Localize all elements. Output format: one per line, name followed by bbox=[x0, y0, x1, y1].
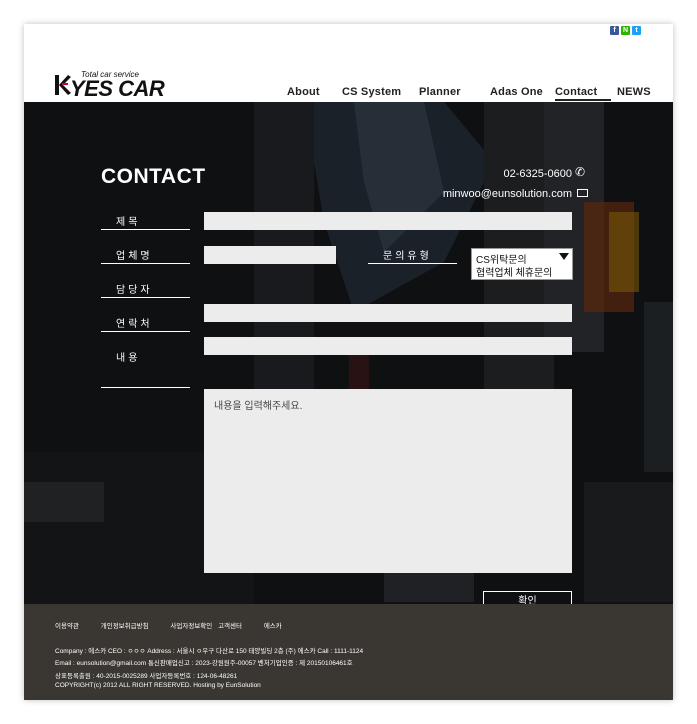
twitter-icon[interactable]: t bbox=[632, 26, 641, 35]
inquiry-type-label: 문의유형 bbox=[383, 251, 432, 262]
nav-planner[interactable]: Planner bbox=[419, 86, 461, 98]
site-header: f N t Total car service YES CAR About CS… bbox=[24, 24, 673, 102]
footer-email-info: Email : eunsolution@gmail.com 통신판매업신고 : … bbox=[55, 660, 353, 667]
submit-button[interactable]: 확인 bbox=[483, 591, 572, 604]
contact-person-input[interactable] bbox=[204, 304, 572, 322]
dropdown-arrow-icon[interactable] bbox=[559, 253, 569, 260]
company-label: 업체명 bbox=[116, 251, 153, 262]
footer-link-terms[interactable]: 이용약관 bbox=[55, 623, 79, 630]
content-label: 내용 bbox=[116, 353, 141, 364]
contact-phone: 02-6325-0600 bbox=[503, 168, 572, 180]
nav-news[interactable]: NEWS bbox=[617, 86, 651, 98]
main-nav: About CS System Planner Adas One Contact… bbox=[24, 86, 673, 102]
content-textarea[interactable]: 내용을 입력해주세요. bbox=[204, 389, 572, 573]
footer-link-company[interactable]: 에스카 bbox=[264, 623, 282, 630]
page-frame: f N t Total car service YES CAR About CS… bbox=[24, 24, 673, 700]
social-links: f N t bbox=[610, 26, 641, 35]
nav-adas-one[interactable]: Adas One bbox=[490, 86, 543, 98]
subject-underline bbox=[101, 229, 190, 230]
phone-icon: ✆ bbox=[575, 165, 586, 179]
company-input[interactable] bbox=[204, 246, 336, 264]
subject-input[interactable] bbox=[204, 212, 572, 230]
footer-link-customer-center[interactable]: 고객센터 bbox=[218, 623, 242, 630]
contact-section: CONTACT 02-6325-0600 ✆ minwoo@eunsolutio… bbox=[24, 102, 673, 604]
company-underline bbox=[101, 263, 190, 264]
subject-label: 제목 bbox=[116, 217, 141, 228]
inquiry-type-underline bbox=[368, 263, 457, 264]
inquiry-type-select[interactable]: CS위탁문의 협력업체 체휴문의 bbox=[471, 248, 573, 280]
nav-about[interactable]: About bbox=[287, 86, 320, 98]
footer-registration-info: 상표등록출원 : 40-2015-0025289 사업자등록번호 : 124-0… bbox=[55, 673, 238, 680]
footer-company-info: Company : 에스카 CEO : ㅇㅇㅇ Address : 서울시 ㅇ우… bbox=[55, 648, 364, 655]
nav-cs-system[interactable]: CS System bbox=[342, 86, 401, 98]
site-footer: 이용약관 개인정보취급방침 사업자정보확인 고객센터 에스카 Company :… bbox=[24, 604, 673, 700]
inquiry-option[interactable]: 협력업체 체휴문의 bbox=[476, 264, 552, 279]
footer-link-business-info[interactable]: 사업자정보확인 bbox=[170, 623, 212, 630]
content-underline bbox=[101, 387, 190, 388]
phone-label: 연락처 bbox=[116, 319, 153, 330]
naver-icon[interactable]: N bbox=[621, 26, 630, 35]
facebook-icon[interactable]: f bbox=[610, 26, 619, 35]
contact-person-label: 담당자 bbox=[116, 285, 153, 296]
contact-person-underline bbox=[101, 297, 190, 298]
footer-link-privacy[interactable]: 개인정보취급방침 bbox=[101, 623, 149, 630]
footer-links: 이용약관 개인정보취급방침 사업자정보확인 고객센터 에스카 bbox=[55, 620, 302, 630]
mail-icon bbox=[577, 189, 588, 197]
phone-input[interactable] bbox=[204, 337, 572, 355]
page-title: CONTACT bbox=[101, 165, 206, 188]
phone-underline bbox=[101, 331, 190, 332]
nav-contact[interactable]: Contact bbox=[555, 86, 612, 101]
contact-email: minwoo@eunsolution.com bbox=[442, 188, 572, 200]
footer-copyright: COPYRIGHT(c) 2012 ALL RIGHT RESERVED. Ho… bbox=[55, 682, 261, 689]
